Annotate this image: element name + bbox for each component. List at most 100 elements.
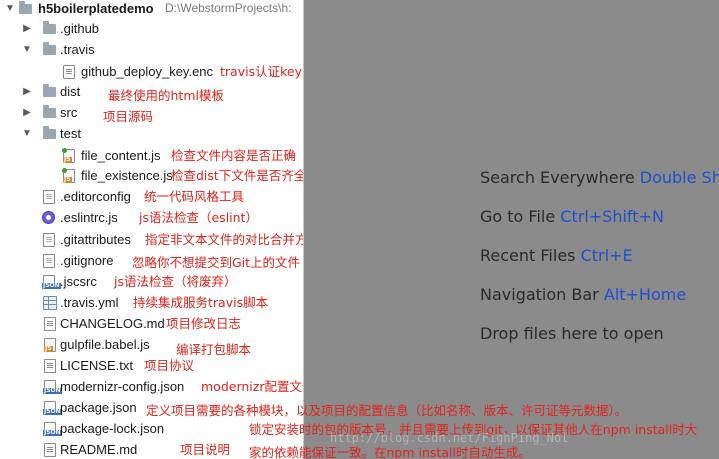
- folder-icon: [43, 84, 56, 97]
- eslint-icon: [42, 211, 55, 224]
- folder-icon: [43, 21, 56, 34]
- tree-item-label: src: [60, 105, 78, 120]
- tree-item-travis-yml[interactable]: .travis.yml 持续集成服务travis脚本: [0, 292, 303, 313]
- tree-item-file-content[interactable]: file_content.js 检查文件内容是否正确: [0, 145, 303, 166]
- editor-empty-area[interactable]: Search Everywhere Double Shift Go to Fil…: [304, 0, 719, 459]
- hint-shortcut: Ctrl+Shift+N: [560, 207, 664, 226]
- tree-item-label: package-lock.json: [60, 421, 165, 436]
- tree-item-license[interactable]: LICENSE.txt 项目协议: [0, 355, 303, 376]
- hint-shortcut: Ctrl+E: [580, 246, 633, 265]
- annotation: 持续集成服务travis脚本: [133, 295, 269, 310]
- annotation: modernizr配置文件: [201, 379, 303, 394]
- annotation: 统一代码风格工具: [144, 189, 245, 204]
- tree-item-label: modernizr-config.json: [60, 379, 185, 394]
- hint-shortcut: Double Shift: [639, 168, 719, 187]
- ide-window: ▼ h5boilerplatedemo D:\WebstormProjects\…: [0, 0, 719, 459]
- hint-navigation-bar: Navigation Bar Alt+Home: [480, 285, 686, 304]
- tree-item-label: file_existence.js: [81, 168, 173, 183]
- js-test-file-icon: [62, 168, 75, 183]
- hint-action: Search Everywhere: [480, 168, 635, 187]
- git-file-icon: [43, 233, 55, 247]
- annotation: 项目修改日志: [166, 316, 242, 331]
- folder-icon: [43, 42, 56, 55]
- json-file-icon: [43, 401, 62, 415]
- file-icon: [63, 65, 75, 79]
- project-root-row[interactable]: ▼ h5boilerplatedemo D:\WebstormProjects\…: [0, 0, 303, 19]
- hint-action: Go to File: [480, 207, 556, 226]
- project-path: D:\WebstormProjects\h:: [165, 1, 292, 15]
- json-file-icon: [42, 275, 61, 289]
- tree-item-travis[interactable]: ▼ .travis: [0, 39, 303, 60]
- annotation-package-json: 定义项目需要的各种模块，以及项目的配置信息（比如名称、版本、许可证等元数据）。: [146, 403, 628, 418]
- yaml-file-icon: [43, 296, 57, 310]
- chevron-down-icon[interactable]: ▼: [5, 0, 15, 19]
- annotation: 项目说明: [180, 442, 231, 457]
- hint-shortcut: Alt+Home: [603, 285, 687, 304]
- tree-item-label: gulpfile.babel.js: [60, 337, 150, 352]
- tree-item-gitattributes[interactable]: .gitattributes 指定非文本文件的对比合并方式: [0, 229, 303, 250]
- hint-action: Recent Files: [480, 246, 576, 265]
- tree-item-label: dist: [60, 84, 81, 99]
- tree-item-label: .travis.yml: [60, 295, 119, 310]
- annotation: 指定非文本文件的对比合并方式: [145, 232, 303, 247]
- hint-action: Drop files here to open: [480, 324, 664, 343]
- tree-item-label: README.md: [60, 442, 138, 457]
- watermark-text: http://blog.csdn.net/FighPing_Nol: [330, 431, 569, 445]
- text-file-icon: [44, 359, 56, 373]
- chevron-right-icon[interactable]: ▶: [22, 18, 32, 39]
- tree-item-gulpfile[interactable]: gulpfile.babel.js 编译打包脚本: [0, 334, 303, 357]
- config-file-icon: [43, 190, 55, 204]
- hint-search-everywhere: Search Everywhere Double Shift: [480, 168, 719, 187]
- tree-item-label: .jscsrc: [60, 274, 97, 289]
- json-file-icon: [43, 380, 62, 394]
- tree-item-src[interactable]: ▶ src 项目源码: [0, 102, 303, 124]
- tree-item-file-existence[interactable]: file_existence.js 检查dist下文件是否齐全: [0, 165, 303, 186]
- tree-item-jscsrc[interactable]: .jscsrc js语法检查（将废弃）: [0, 271, 303, 292]
- markdown-file-icon: [44, 317, 56, 331]
- tree-item-label: .editorconfig: [60, 189, 131, 204]
- tree-item-label: test: [60, 126, 81, 141]
- folder-icon: [43, 105, 56, 118]
- chevron-down-icon[interactable]: ▼: [22, 39, 32, 60]
- hint-recent-files: Recent Files Ctrl+E: [480, 246, 633, 265]
- annotation: 项目协议: [144, 358, 195, 373]
- folder-icon: [43, 126, 56, 139]
- json-file-icon: [43, 422, 62, 436]
- tree-item-changelog[interactable]: CHANGELOG.md 项目修改日志: [0, 313, 303, 334]
- annotation: js语法检查（将废弃）: [114, 274, 237, 289]
- tree-item-deploy-key[interactable]: github_deploy_key.enc travis认证key: [0, 61, 303, 82]
- annotation: travis认证key: [220, 64, 302, 79]
- annotation: 忽略你不想提交到Git上的文件: [132, 255, 301, 270]
- tree-item-label: package.json: [60, 400, 137, 415]
- tree-item-label: .gitignore: [60, 253, 114, 268]
- hint-drop-files: Drop files here to open: [480, 324, 664, 343]
- tree-item-github[interactable]: ▶ .github: [0, 18, 303, 39]
- tree-item-label: CHANGELOG.md: [60, 316, 165, 331]
- tree-item-eslintrc[interactable]: .eslintrc.js js语法检查（eslint）: [0, 207, 303, 228]
- js-test-file-icon: [62, 148, 75, 163]
- tree-item-label: github_deploy_key.enc: [81, 64, 214, 79]
- tree-item-label: file_content.js: [81, 148, 161, 163]
- annotation: 检查文件内容是否正确: [171, 148, 297, 163]
- js-file-icon: [44, 338, 56, 352]
- project-name: h5boilerplatedemo: [38, 1, 154, 16]
- annotation: js语法检查（eslint）: [139, 210, 258, 225]
- chevron-right-icon[interactable]: ▶: [22, 102, 32, 123]
- tree-item-label: .github: [60, 21, 100, 36]
- annotation: 检查dist下文件是否齐全: [171, 168, 303, 183]
- markdown-file-icon: [44, 443, 56, 457]
- chevron-down-icon[interactable]: ▼: [22, 123, 32, 144]
- project-tree: ▼ h5boilerplatedemo D:\WebstormProjects\…: [0, 0, 303, 459]
- git-file-icon: [43, 254, 55, 268]
- tree-item-label: .gitattributes: [60, 232, 131, 247]
- chevron-right-icon[interactable]: ▶: [22, 81, 32, 102]
- tree-item-dist[interactable]: ▶ dist 最终使用的html模板: [0, 81, 303, 103]
- tree-item-label: .eslintrc.js: [60, 210, 118, 225]
- hint-go-to-file: Go to File Ctrl+Shift+N: [480, 207, 664, 226]
- tree-item-gitignore[interactable]: .gitignore 忽略你不想提交到Git上的文件: [0, 250, 303, 271]
- tree-item-label: LICENSE.txt: [60, 358, 133, 373]
- hint-action: Navigation Bar: [480, 285, 599, 304]
- tree-item-test[interactable]: ▼ test: [0, 123, 303, 144]
- tree-item-editorconfig[interactable]: .editorconfig 统一代码风格工具: [0, 186, 303, 207]
- tree-item-modernizr-config[interactable]: modernizr-config.json modernizr配置文件: [0, 376, 303, 397]
